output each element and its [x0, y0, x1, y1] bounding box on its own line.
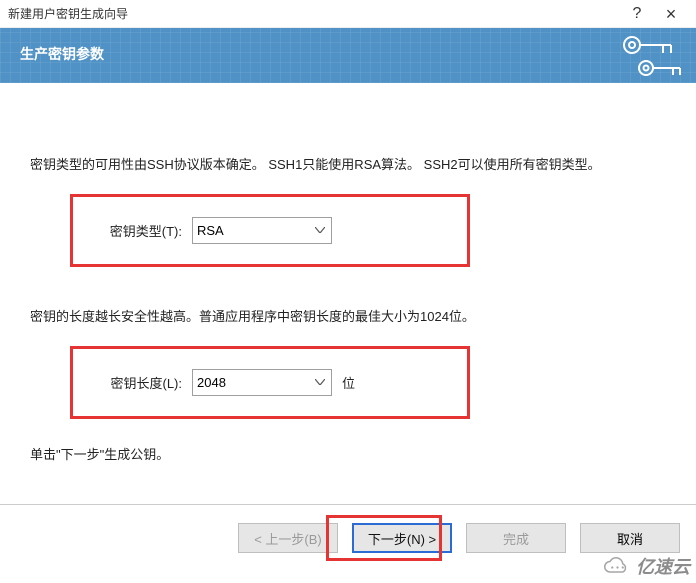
key-length-select[interactable]: 2048	[192, 369, 332, 396]
key-length-unit: 位	[342, 373, 355, 392]
watermark-text: 亿速云	[636, 553, 690, 579]
generate-hint: 单击"下一步"生成公钥。	[30, 445, 666, 466]
cancel-button[interactable]: 取消	[580, 523, 680, 553]
content-area: 密钥类型的可用性由SSH协议版本确定。 SSH1只能使用RSA算法。 SSH2可…	[0, 83, 696, 503]
finish-button[interactable]: 完成	[466, 523, 566, 553]
window-title: 新建用户密钥生成向导	[8, 5, 620, 22]
prev-button[interactable]: < 上一步(B)	[238, 523, 338, 553]
titlebar: 新建用户密钥生成向导 ? ×	[0, 0, 696, 28]
banner: 生产密钥参数	[0, 28, 696, 83]
watermark: 亿速云	[601, 553, 690, 579]
key-icon	[621, 34, 676, 56]
cloud-icon	[601, 556, 631, 576]
key-type-description: 密钥类型的可用性由SSH协议版本确定。 SSH1只能使用RSA算法。 SSH2可…	[30, 155, 666, 176]
close-button[interactable]: ×	[654, 0, 688, 28]
key-type-group: 密钥类型(T): RSA	[70, 194, 470, 267]
key-length-label: 密钥长度(L):	[87, 373, 192, 392]
key-type-select[interactable]: RSA	[192, 217, 332, 244]
banner-heading: 生产密钥参数	[20, 44, 104, 64]
key-type-label: 密钥类型(T):	[87, 221, 192, 240]
key-icon	[636, 58, 684, 78]
key-length-group: 密钥长度(L): 2048 位	[70, 346, 470, 419]
next-button[interactable]: 下一步(N) >	[352, 523, 452, 553]
help-button[interactable]: ?	[620, 0, 654, 28]
key-length-description: 密钥的长度越长安全性越高。普通应用程序中密钥长度的最佳大小为1024位。	[30, 307, 666, 328]
footer-buttons: < 上一步(B) 下一步(N) > 完成 取消	[0, 504, 696, 553]
